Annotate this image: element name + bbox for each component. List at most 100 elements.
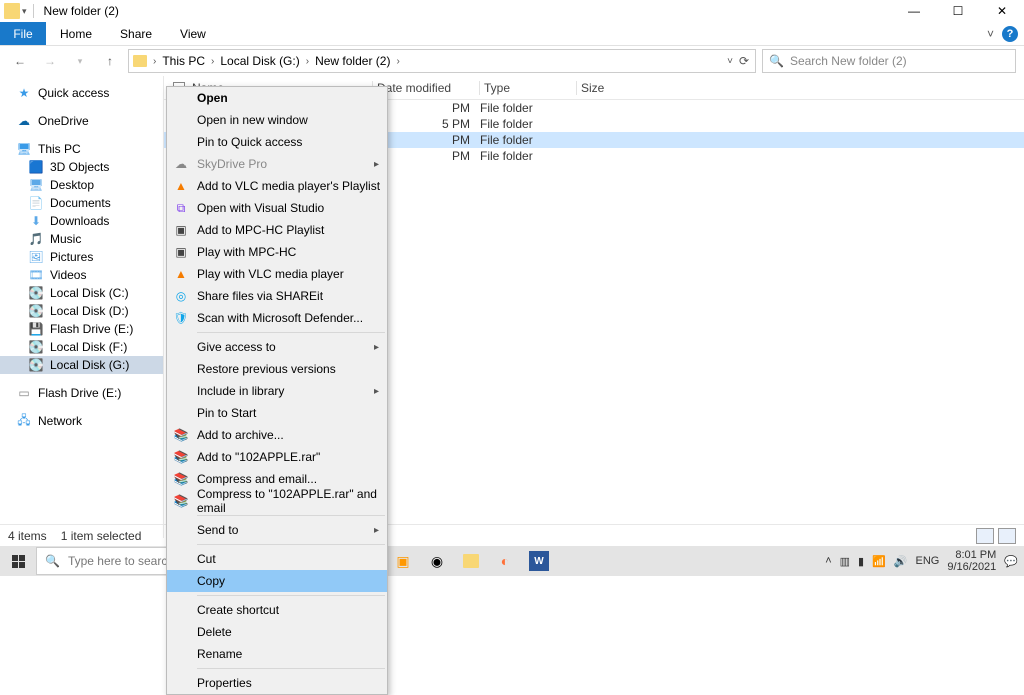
qat-dropdown-icon[interactable]: ▾ [22, 6, 27, 17]
menu-item-include-in-library[interactable]: Include in library▸ [167, 380, 387, 402]
ribbon-chevron-icon[interactable]: ˅ [987, 27, 994, 41]
tray-chevron-icon[interactable]: ˄ [825, 555, 831, 567]
menu-item-play-with-vlc-media-player[interactable]: ▲Play with VLC media player [167, 263, 387, 285]
window-title: New folder (2) [44, 4, 119, 18]
menu-item-open-in-new-window[interactable]: Open in new window [167, 109, 387, 131]
task-chrome-icon[interactable]: ◉ [420, 546, 454, 576]
tray-touchpad-icon[interactable]: ▥ [840, 555, 850, 568]
folder-icon: 🎵 [28, 232, 44, 246]
tray-notifications-icon[interactable]: 💬 [1004, 555, 1018, 568]
menu-item-compress-to-102apple-rar-and-email[interactable]: 📚Compress to "102APPLE.rar" and email [167, 490, 387, 512]
folder-icon: 💽 [28, 286, 44, 300]
start-button[interactable] [0, 546, 36, 576]
menu-item-open-with-visual-studio[interactable]: ⧉Open with Visual Studio [167, 197, 387, 219]
cloud-icon: ☁ [173, 156, 189, 172]
sidebar-item-desktop[interactable]: 🖥Desktop [0, 176, 163, 194]
menu-item-restore-previous-versions[interactable]: Restore previous versions [167, 358, 387, 380]
menu-item-send-to[interactable]: Send to▸ [167, 519, 387, 541]
addr-dropdown-icon[interactable]: ˅ [727, 56, 733, 67]
menu-item-add-to-mpc-hc-playlist[interactable]: ▣Add to MPC-HC Playlist [167, 219, 387, 241]
sidebar-item-downloads[interactable]: ⬇Downloads [0, 212, 163, 230]
tab-view[interactable]: View [166, 22, 220, 45]
sidebar-item-documents[interactable]: 📄Documents [0, 194, 163, 212]
sidebar-network[interactable]: 🖧Network [0, 412, 163, 430]
menu-item-skydrive-pro[interactable]: ☁SkyDrive Pro▸ [167, 153, 387, 175]
menu-item-open[interactable]: Open [167, 87, 387, 109]
sidebar-item-music[interactable]: 🎵Music [0, 230, 163, 248]
crumb-drive[interactable]: Local Disk (G:) [220, 54, 299, 68]
tab-share[interactable]: Share [106, 22, 166, 45]
chevron-right-icon[interactable]: › [302, 56, 313, 67]
view-details-icon[interactable] [976, 528, 994, 544]
sidebar-item-3d-objects[interactable]: 🟦3D Objects [0, 158, 163, 176]
column-date[interactable]: Date modified [377, 81, 479, 95]
view-large-icon[interactable] [998, 528, 1016, 544]
refresh-icon[interactable]: ⟳ [739, 54, 749, 68]
crumb-folder[interactable]: New folder (2) [315, 54, 390, 68]
menu-item-rename[interactable]: Rename [167, 643, 387, 665]
sidebar-quick-access[interactable]: ★Quick access [0, 84, 163, 102]
shareit-icon: ◎ [173, 288, 189, 304]
breadcrumb[interactable]: › This PC › Local Disk (G:) › New folder… [128, 49, 756, 73]
menu-item-pin-to-start[interactable]: Pin to Start [167, 402, 387, 424]
status-bar: 4 items 1 item selected [0, 524, 1024, 546]
task-sublime-icon[interactable]: ▣ [386, 546, 420, 576]
sidebar-onedrive[interactable]: ☁OneDrive [0, 112, 163, 130]
file-tab[interactable]: File [0, 22, 46, 45]
crumb-this-pc[interactable]: This PC [162, 54, 205, 68]
menu-item-properties[interactable]: Properties [167, 672, 387, 694]
sidebar-this-pc[interactable]: 🖥This PC [0, 140, 163, 158]
tray-clock[interactable]: 8:01 PM 9/16/2021 [947, 549, 996, 573]
column-size[interactable]: Size [581, 81, 641, 95]
menu-item-add-to-102apple-rar[interactable]: 📚Add to "102APPLE.rar" [167, 446, 387, 468]
menu-item-pin-to-quick-access[interactable]: Pin to Quick access [167, 131, 387, 153]
address-bar: ← → ▾ ↑ › This PC › Local Disk (G:) › Ne… [0, 46, 1024, 76]
tray-battery-icon[interactable]: ▮ [858, 555, 864, 568]
menu-item-add-to-archive[interactable]: 📚Add to archive... [167, 424, 387, 446]
taskbar-search-placeholder: Type here to search [68, 554, 174, 568]
menu-item-cut[interactable]: Cut [167, 548, 387, 570]
sidebar-item-local-disk-g-[interactable]: 💽Local Disk (G:) [0, 356, 163, 374]
forward-button[interactable]: → [38, 49, 62, 73]
tray-volume-icon[interactable]: 🔊 [894, 555, 908, 568]
search-icon: 🔍 [45, 554, 60, 568]
tray-wifi-icon[interactable]: 📶 [872, 555, 886, 568]
recent-dropdown[interactable]: ▾ [68, 49, 92, 73]
menu-item-play-with-mpc-hc[interactable]: ▣Play with MPC-HC [167, 241, 387, 263]
chevron-right-icon[interactable]: › [207, 56, 218, 67]
menu-item-create-shortcut[interactable]: Create shortcut [167, 599, 387, 621]
back-button[interactable]: ← [8, 49, 32, 73]
minimize-button[interactable]: — [892, 0, 936, 22]
menu-item-add-to-vlc-media-player-s-playlist[interactable]: ▲Add to VLC media player's Playlist [167, 175, 387, 197]
sidebar-item-videos[interactable]: 🎞Videos [0, 266, 163, 284]
folder-icon: 📄 [28, 196, 44, 210]
menu-item-delete[interactable]: Delete [167, 621, 387, 643]
task-explorer-icon[interactable] [454, 546, 488, 576]
sidebar-item-local-disk-d-[interactable]: 💽Local Disk (D:) [0, 302, 163, 320]
sidebar-item-local-disk-f-[interactable]: 💽Local Disk (F:) [0, 338, 163, 356]
menu-item-copy[interactable]: Copy [167, 570, 387, 592]
menu-item-give-access-to[interactable]: Give access to▸ [167, 336, 387, 358]
search-input[interactable]: 🔍 Search New folder (2) [762, 49, 1016, 73]
chevron-right-icon[interactable]: › [149, 56, 160, 67]
column-type[interactable]: Type [484, 81, 576, 95]
task-firefox-icon[interactable]: ◐ [488, 546, 522, 576]
qat-folder-icon[interactable] [4, 3, 20, 19]
menu-item-share-files-via-shareit[interactable]: ◎Share files via SHAREit [167, 285, 387, 307]
help-icon[interactable]: ? [1002, 26, 1018, 42]
menu-item-scan-with-microsoft-defender[interactable]: 🛡Scan with Microsoft Defender... [167, 307, 387, 329]
titlebar: ▾ New folder (2) — ☐ ✕ [0, 0, 1024, 22]
sidebar-flash-drive[interactable]: ▭Flash Drive (E:) [0, 384, 163, 402]
chevron-right-icon: ▸ [374, 342, 379, 353]
up-button[interactable]: ↑ [98, 49, 122, 73]
tab-home[interactable]: Home [46, 22, 106, 45]
tray-lang[interactable]: ENG [916, 555, 940, 567]
sidebar-item-flash-drive-e-[interactable]: 💾Flash Drive (E:) [0, 320, 163, 338]
defender-icon: 🛡 [173, 310, 189, 326]
maximize-button[interactable]: ☐ [936, 0, 980, 22]
sidebar-item-local-disk-c-[interactable]: 💽Local Disk (C:) [0, 284, 163, 302]
task-word-icon[interactable]: W [529, 551, 549, 571]
close-button[interactable]: ✕ [980, 0, 1024, 22]
chevron-right-icon[interactable]: › [392, 56, 403, 67]
sidebar-item-pictures[interactable]: 🖼Pictures [0, 248, 163, 266]
